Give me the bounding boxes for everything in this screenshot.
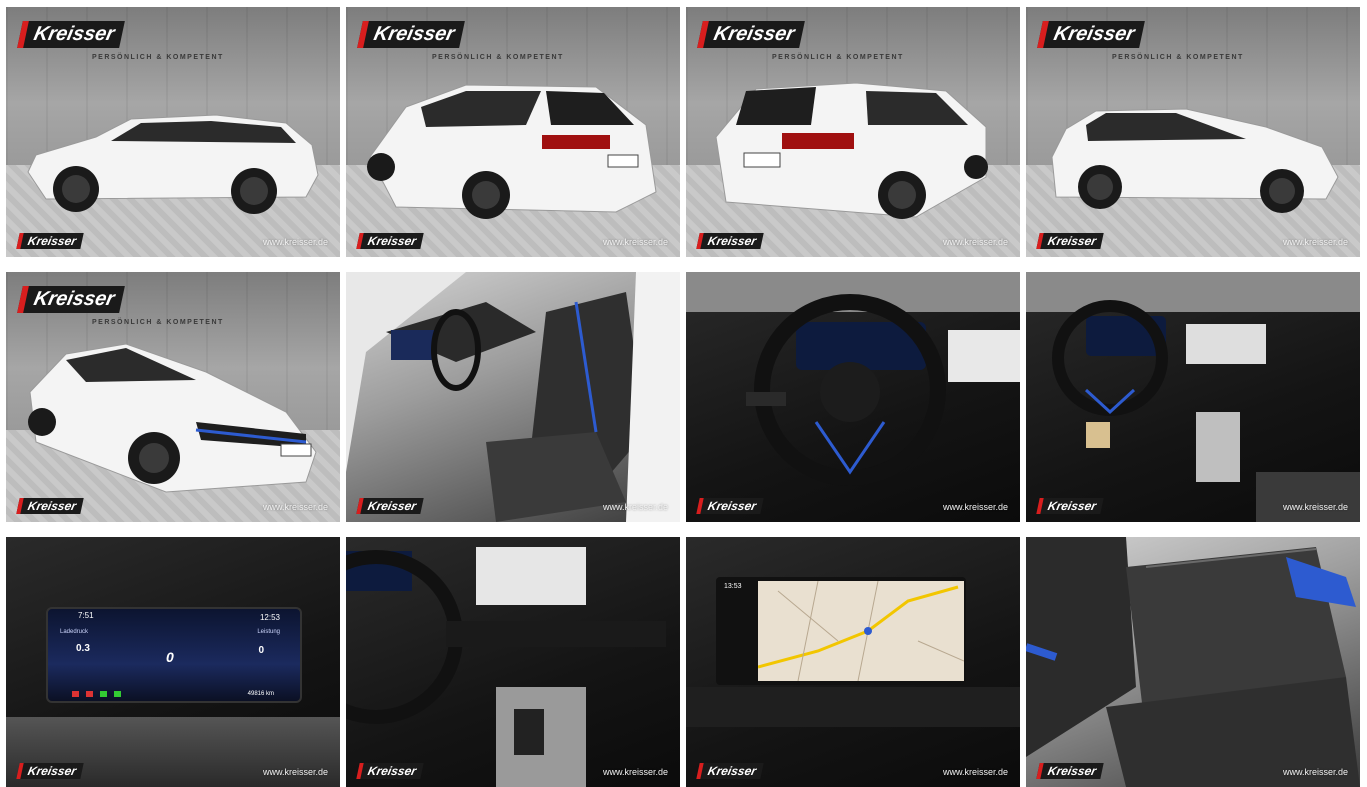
gallery-photo-rear-seats[interactable]: Kreisser www.kreisser.de (1026, 537, 1360, 787)
rear-seats-illustration (1026, 537, 1360, 787)
cluster-warning-lights (72, 691, 142, 697)
cluster-time-right: 12:53 (259, 613, 280, 622)
watermark: www.kreisser.de (602, 767, 668, 777)
logo-block: Kreisser PERSÖNLICH & KOMPETENT (17, 286, 224, 326)
cluster-value-left: 0.3 (76, 643, 90, 654)
infotainment-screen: 13:53 (716, 577, 966, 685)
logo-block: Kreisser PERSÖNLICH & KOMPETENT (357, 21, 564, 61)
brand-logo: Kreisser (357, 21, 465, 48)
brand-slogan: PERSÖNLICH & KOMPETENT (92, 319, 224, 326)
gallery-photo-instrument-cluster[interactable]: 7:51 12:53 Ladedruck 0.3 Leistung 0 0 49… (6, 537, 340, 787)
logo-block: Kreisser PERSÖNLICH & KOMPETENT (1037, 21, 1244, 61)
watermark: www.kreisser.de (942, 767, 1008, 777)
watermark: www.kreisser.de (1282, 767, 1348, 777)
footer-logo: Kreisser (356, 763, 424, 779)
logo-block: Kreisser PERSÖNLICH & KOMPETENT (697, 21, 904, 61)
center-console-illustration (346, 547, 666, 787)
nav-time: 13:53 (724, 583, 742, 590)
footer-logo: Kreisser (16, 498, 84, 514)
brand-slogan: PERSÖNLICH & KOMPETENT (432, 54, 564, 61)
digital-cluster-screen: 7:51 12:53 Ladedruck 0.3 Leistung 0 0 49… (46, 607, 302, 703)
footer-logo: Kreisser (696, 763, 764, 779)
dashboard-illustration (1026, 272, 1360, 522)
cluster-speed: 0 (166, 649, 174, 665)
watermark: www.kreisser.de (262, 502, 328, 512)
brand-logo: Kreisser (1037, 21, 1145, 48)
map-route (757, 580, 965, 682)
gallery-photo-side-right[interactable]: Kreisser PERSÖNLICH & KOMPETENT Kreisser… (1026, 7, 1360, 257)
footer-logo: Kreisser (696, 498, 764, 514)
gallery-photo-center-console[interactable]: Kreisser www.kreisser.de (346, 537, 680, 787)
watermark: www.kreisser.de (942, 237, 1008, 247)
brand-slogan: PERSÖNLICH & KOMPETENT (92, 54, 224, 61)
gallery-photo-side-left[interactable]: Kreisser PERSÖNLICH & KOMPETENT Kreisser… (6, 7, 340, 257)
watermark: www.kreisser.de (262, 767, 328, 777)
brand-slogan: PERSÖNLICH & KOMPETENT (772, 54, 904, 61)
footer-logo: Kreisser (1036, 233, 1104, 249)
cluster-value-right: 0 (258, 645, 264, 656)
cluster-time-left: 7:51 (78, 611, 94, 620)
footer-logo: Kreisser (16, 233, 84, 249)
brand-logo: Kreisser (697, 21, 805, 48)
footer-logo: Kreisser (356, 233, 424, 249)
cockpit-illustration (686, 272, 1020, 486)
cluster-label-left: Ladedruck (60, 629, 89, 635)
brand-logo: Kreisser (17, 286, 125, 313)
footer-logo: Kreisser (16, 763, 84, 779)
dashboard-trim (686, 687, 1020, 727)
watermark: www.kreisser.de (602, 237, 668, 247)
watermark: www.kreisser.de (942, 502, 1008, 512)
cluster-label-right: Leistung (257, 629, 280, 635)
logo-block: Kreisser PERSÖNLICH & KOMPETENT (17, 21, 224, 61)
brand-slogan: PERSÖNLICH & KOMPETENT (1112, 54, 1244, 61)
gallery-photo-navigation-screen[interactable]: 13:53 Kreisser www.kreisser.de (686, 537, 1020, 787)
photo-gallery: Kreisser PERSÖNLICH & KOMPETENT Kreisser… (0, 0, 1367, 787)
footer-logo: Kreisser (1036, 498, 1104, 514)
footer-logo: Kreisser (1036, 763, 1104, 779)
gallery-photo-front-left[interactable]: Kreisser PERSÖNLICH & KOMPETENT Kreisser… (6, 272, 340, 522)
watermark: www.kreisser.de (1282, 237, 1348, 247)
nav-map (757, 580, 965, 682)
gallery-photo-rear-right[interactable]: Kreisser PERSÖNLICH & KOMPETENT Kreisser… (686, 7, 1020, 257)
footer-logo: Kreisser (696, 233, 764, 249)
gallery-photo-front-seats[interactable]: Kreisser www.kreisser.de (346, 272, 680, 522)
gallery-photo-cockpit[interactable]: Kreisser www.kreisser.de (686, 272, 1020, 522)
watermark: www.kreisser.de (262, 237, 328, 247)
gallery-photo-dashboard[interactable]: Kreisser www.kreisser.de (1026, 272, 1360, 522)
cluster-odometer: 49816 km (247, 691, 274, 697)
brand-logo: Kreisser (17, 21, 125, 48)
gallery-photo-rear-left[interactable]: Kreisser PERSÖNLICH & KOMPETENT Kreisser… (346, 7, 680, 257)
footer-logo: Kreisser (356, 498, 424, 514)
front-seats-illustration (346, 272, 680, 522)
watermark: www.kreisser.de (602, 502, 668, 512)
watermark: www.kreisser.de (1282, 502, 1348, 512)
